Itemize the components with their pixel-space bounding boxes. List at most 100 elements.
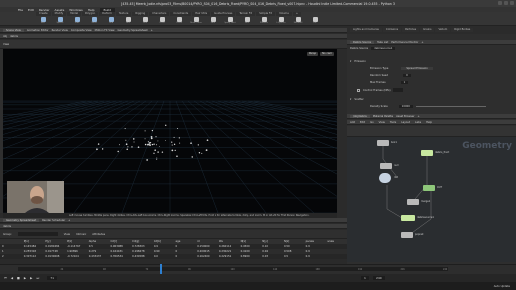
jump-end-icon[interactable]: ⏭ bbox=[36, 276, 39, 280]
menu-assets[interactable]: Assets bbox=[55, 8, 65, 12]
shelf-tab[interactable]: Polygon bbox=[82, 12, 99, 16]
parameter-tab[interactable]: Debris Source bbox=[350, 40, 375, 44]
network-tab[interactable]: Asset Browser bbox=[396, 115, 414, 118]
network-node[interactable] bbox=[407, 199, 419, 205]
menu-windows[interactable]: Windows bbox=[69, 8, 82, 12]
parameter-tab[interactable]: + bbox=[421, 41, 423, 44]
network-menu-item[interactable]: Go bbox=[370, 121, 374, 124]
shelf-tab[interactable]: Guide Process bbox=[211, 12, 236, 16]
column-header[interactable]: Cd[g] bbox=[132, 240, 139, 243]
minimize-icon[interactable] bbox=[498, 1, 502, 5]
table-row[interactable]: 2 0.307112 0.0130608 -0.72104 0.433437 0.3565… bbox=[0, 254, 347, 259]
max-frames-field[interactable]: 1 bbox=[400, 81, 409, 84]
network-tab[interactable]: Material Palette bbox=[373, 115, 393, 118]
timeline-scrubber[interactable]: 24 48 72 96 120 144 168 192 216 240 bbox=[18, 267, 448, 271]
menu-render[interactable]: Render bbox=[39, 8, 50, 12]
network-tab[interactable]: /obj/debris bbox=[350, 114, 370, 118]
viewport-tab[interactable]: Motion FX View bbox=[95, 29, 115, 32]
density-slider[interactable] bbox=[415, 106, 486, 107]
network-menu-item[interactable]: View bbox=[379, 121, 385, 124]
control-frames-checkbox[interactable] bbox=[357, 88, 360, 92]
attributes-label[interactable]: Attributes bbox=[92, 233, 105, 236]
emission-section[interactable]: ▾ Emission bbox=[350, 60, 366, 63]
shelf-tab[interactable]: Volume bbox=[276, 12, 292, 16]
column-header[interactable]: Cd[r] bbox=[110, 240, 117, 243]
shelf-tool-grid[interactable]: Grid bbox=[104, 17, 118, 25]
auto-update-menu[interactable]: Auto Update bbox=[494, 285, 510, 288]
spreadsheet-node[interactable]: debris bbox=[3, 225, 11, 228]
column-header[interactable]: age bbox=[176, 240, 181, 243]
column-header[interactable]: N[x] bbox=[241, 240, 247, 243]
network-menu-item[interactable]: Add bbox=[350, 121, 355, 124]
shelf-tab[interactable]: Create bbox=[36, 12, 51, 16]
shelf-tool-platonic[interactable]: Platonic bbox=[257, 17, 271, 25]
shelf-tool-null[interactable]: Null bbox=[121, 17, 135, 25]
network-node[interactable] bbox=[401, 215, 415, 221]
viewport-tab[interactable]: + bbox=[151, 29, 153, 32]
network-node[interactable] bbox=[423, 185, 435, 191]
shelf-tool-tube[interactable]: Tube bbox=[70, 17, 84, 25]
shelf-tool-file[interactable]: File bbox=[308, 17, 322, 25]
menu-file[interactable]: File bbox=[18, 8, 23, 12]
group-field[interactable] bbox=[17, 232, 58, 236]
column-header[interactable]: P[z] bbox=[67, 240, 72, 243]
network-menu-item[interactable]: Layout bbox=[401, 121, 410, 124]
column-header[interactable]: scale bbox=[327, 240, 334, 243]
network-menu-item[interactable]: Tools bbox=[390, 121, 396, 124]
step-back-icon[interactable]: ◀ bbox=[11, 276, 13, 280]
density-field[interactable]: 10000 bbox=[398, 105, 413, 108]
shelf-tool-torus[interactable]: Torus bbox=[87, 17, 101, 25]
spreadsheet-tab[interactable]: Render Scheduler bbox=[42, 219, 65, 222]
shelf-tab[interactable]: Characters bbox=[149, 12, 170, 16]
emission-type-menu[interactable]: Spread Emission bbox=[401, 67, 433, 70]
viewport-tab[interactable]: Render View bbox=[52, 29, 68, 32]
shelf-tab[interactable]: Simple FX bbox=[256, 12, 276, 16]
column-header[interactable]: pscale bbox=[306, 240, 314, 243]
shelf-tab[interactable]: Constraints bbox=[170, 12, 192, 16]
maximize-icon[interactable] bbox=[504, 1, 508, 5]
shelf-tool-box[interactable]: Box bbox=[36, 17, 50, 25]
right-shelf-tab[interactable]: Collisions bbox=[382, 28, 402, 32]
viewport-tab[interactable]: Geometry Spreadsheet bbox=[118, 29, 148, 32]
network-menu-item[interactable]: Edit bbox=[360, 121, 365, 124]
network-node[interactable] bbox=[377, 140, 389, 146]
column-header[interactable]: id bbox=[197, 240, 199, 243]
right-shelf-tab[interactable]: Particles bbox=[402, 28, 420, 32]
scatter-toggle-icon[interactable]: ▾ bbox=[350, 98, 351, 101]
shelf-tab[interactable]: Texture bbox=[115, 12, 132, 16]
shelf-tab[interactable]: Rigging bbox=[132, 12, 149, 16]
play-icon[interactable]: ▶ bbox=[24, 276, 26, 280]
spreadsheet-tab[interactable]: + bbox=[68, 219, 70, 222]
menu-edit[interactable]: Edit bbox=[28, 8, 34, 12]
right-shelf-tab[interactable]: Grains bbox=[420, 28, 435, 32]
close-icon[interactable] bbox=[510, 1, 514, 5]
shelf-tab[interactable]: Model bbox=[67, 12, 82, 16]
network-menu-item[interactable]: Help bbox=[426, 121, 432, 124]
viewport-tab[interactable]: Animation Editor bbox=[27, 29, 49, 32]
shelf-tool-sphere[interactable]: Sphere bbox=[53, 17, 67, 25]
right-shelf-tab[interactable]: Rigid Bodies bbox=[451, 28, 474, 32]
column-header[interactable]: Cd[b] bbox=[154, 240, 161, 243]
shelf-tool-line[interactable]: Line bbox=[138, 17, 152, 25]
current-frame-field[interactable]: 71 bbox=[47, 276, 58, 280]
shelf-tool-spray-paint[interactable]: Spray Paint bbox=[223, 17, 237, 25]
start-frame-field[interactable]: 1 bbox=[361, 276, 369, 280]
spreadsheet-tab[interactable]: Geometry Spreadsheet bbox=[3, 218, 40, 222]
shelf-tool-draw-curve[interactable]: Draw Curve bbox=[189, 17, 203, 25]
section-toggle-icon[interactable]: ▾ bbox=[350, 60, 351, 63]
desktop-selector[interactable]: Build bbox=[99, 7, 116, 12]
shelf-tab[interactable]: Deform bbox=[99, 12, 115, 16]
path-node[interactable]: debris bbox=[10, 35, 18, 38]
viewport-tab[interactable]: Composite View bbox=[71, 29, 92, 32]
shelf-tool-metaball[interactable]: Metaball bbox=[291, 17, 305, 25]
step-forward-icon[interactable]: ▶ bbox=[30, 276, 32, 280]
column-header[interactable]: life bbox=[219, 240, 223, 243]
cam-menu[interactable]: No cam bbox=[320, 52, 334, 56]
stop-icon[interactable]: ■ bbox=[17, 276, 20, 280]
shelf-tool-circle[interactable]: Circle bbox=[155, 17, 169, 25]
right-shelf-tab[interactable]: Lights and Cameras bbox=[350, 28, 382, 32]
intrinsic-label[interactable]: Intrinsic bbox=[76, 233, 86, 236]
random-seed-field[interactable]: 0 bbox=[403, 74, 411, 77]
column-header[interactable]: N[z] bbox=[284, 240, 289, 243]
path-obj[interactable]: obj bbox=[3, 35, 7, 38]
